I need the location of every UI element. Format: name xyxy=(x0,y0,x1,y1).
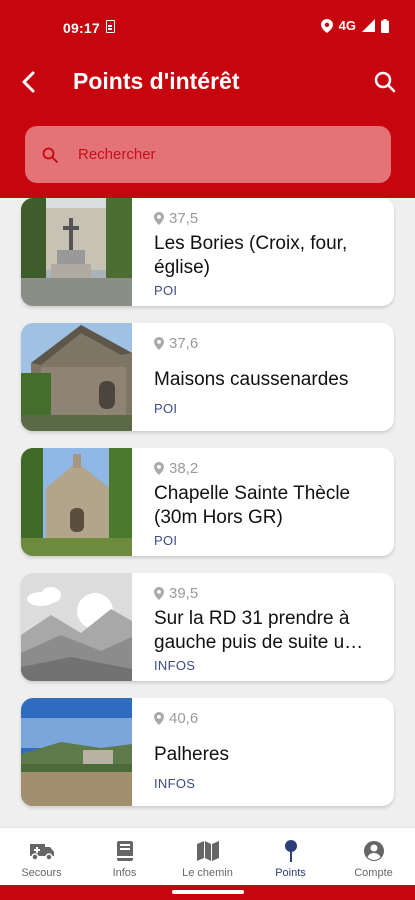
sim-icon xyxy=(106,20,115,33)
nav-label: Secours xyxy=(21,867,62,879)
poi-type: INFOS xyxy=(154,658,196,673)
image-placeholder-icon xyxy=(21,573,132,681)
gesture-handle[interactable] xyxy=(172,890,244,894)
poi-distance-value: 38,2 xyxy=(169,460,199,477)
nav-label: Points xyxy=(275,867,306,879)
poi-type: POI xyxy=(154,283,178,298)
poi-distance: 39,5 xyxy=(154,585,198,602)
poi-distance-value: 37,6 xyxy=(169,335,199,352)
page-title: Points d'intérêt xyxy=(73,68,240,94)
search-field[interactable] xyxy=(25,126,391,183)
poi-distance: 40,6 xyxy=(154,710,198,727)
poi-title: Chapelle Sainte Thècle (30m Hors GR) xyxy=(154,483,351,528)
poi-type: POI xyxy=(154,401,178,416)
status-indicators: 4G xyxy=(320,18,389,33)
nav-item-secours[interactable]: Secours xyxy=(0,828,83,885)
book-icon xyxy=(112,839,138,863)
nav-label: Infos xyxy=(112,867,137,879)
poi-title: Les Bories (Croix, four, église) xyxy=(154,233,348,278)
top-app-bar: Points d'intérêt xyxy=(0,58,415,106)
search-icon xyxy=(374,71,396,93)
poi-distance: 38,2 xyxy=(154,460,198,477)
poi-thumbnail xyxy=(21,573,132,681)
poi-type: POI xyxy=(154,533,178,548)
location-pin-icon xyxy=(154,462,164,475)
ambulance-icon xyxy=(29,839,55,863)
nav-item-infos[interactable]: Infos xyxy=(83,828,166,885)
status-time: 09:17 xyxy=(63,20,100,36)
arrow-back-icon xyxy=(22,71,35,93)
poi-card[interactable]: 40,6 Palheres INFOS xyxy=(21,698,394,806)
poi-distance-value: 37,5 xyxy=(169,210,199,227)
location-pin-icon xyxy=(154,212,164,225)
poi-title: Sur la RD 31 prendre à gauche puis de su… xyxy=(154,608,364,653)
location-pin-icon xyxy=(154,587,164,600)
nav-item-compte[interactable]: Compte xyxy=(332,828,415,885)
poi-thumbnail xyxy=(21,448,132,556)
back-button[interactable] xyxy=(14,66,46,98)
poi-thumbnail xyxy=(21,698,132,806)
poi-card[interactable]: 38,2 Chapelle Sainte Thècle (30m Hors GR… xyxy=(21,448,394,556)
signal-icon xyxy=(362,19,375,32)
account-icon xyxy=(361,839,387,863)
map-icon xyxy=(195,839,221,863)
search-input[interactable] xyxy=(78,146,348,163)
poi-distance-value: 40,6 xyxy=(169,710,199,727)
nav-item-points[interactable]: Points xyxy=(249,828,332,885)
search-button[interactable] xyxy=(369,66,401,98)
poi-card[interactable]: 37,6 Maisons caussenardes POI xyxy=(21,323,394,431)
poi-distance-value: 39,5 xyxy=(169,585,199,602)
status-bar: 09:17 4G xyxy=(0,0,415,52)
network-type: 4G xyxy=(338,18,356,33)
poi-distance: 37,5 xyxy=(154,210,198,227)
bottom-navigation: Secours Infos Le chemin Points Compte xyxy=(0,827,415,885)
poi-title: Maisons caussenardes xyxy=(154,369,349,390)
poi-type: INFOS xyxy=(154,776,196,791)
battery-icon xyxy=(381,18,389,33)
nav-label: Le chemin xyxy=(182,867,233,879)
location-pin-icon xyxy=(154,712,164,725)
poi-distance: 37,6 xyxy=(154,335,198,352)
nav-label: Compte xyxy=(354,867,393,879)
pin-icon xyxy=(278,839,304,863)
poi-title: Palheres xyxy=(154,744,229,765)
location-icon xyxy=(320,18,333,33)
search-icon xyxy=(42,146,60,164)
app-header: 09:17 4G Points d'intérêt xyxy=(0,0,415,198)
location-pin-icon xyxy=(154,337,164,350)
nav-item-le-chemin[interactable]: Le chemin xyxy=(166,828,249,885)
poi-card[interactable]: 39,5 Sur la RD 31 prendre à gauche puis … xyxy=(21,573,394,681)
poi-thumbnail xyxy=(21,323,132,431)
poi-thumbnail xyxy=(21,198,132,306)
poi-card[interactable]: 37,5 Les Bories (Croix, four, église) PO… xyxy=(21,198,394,306)
